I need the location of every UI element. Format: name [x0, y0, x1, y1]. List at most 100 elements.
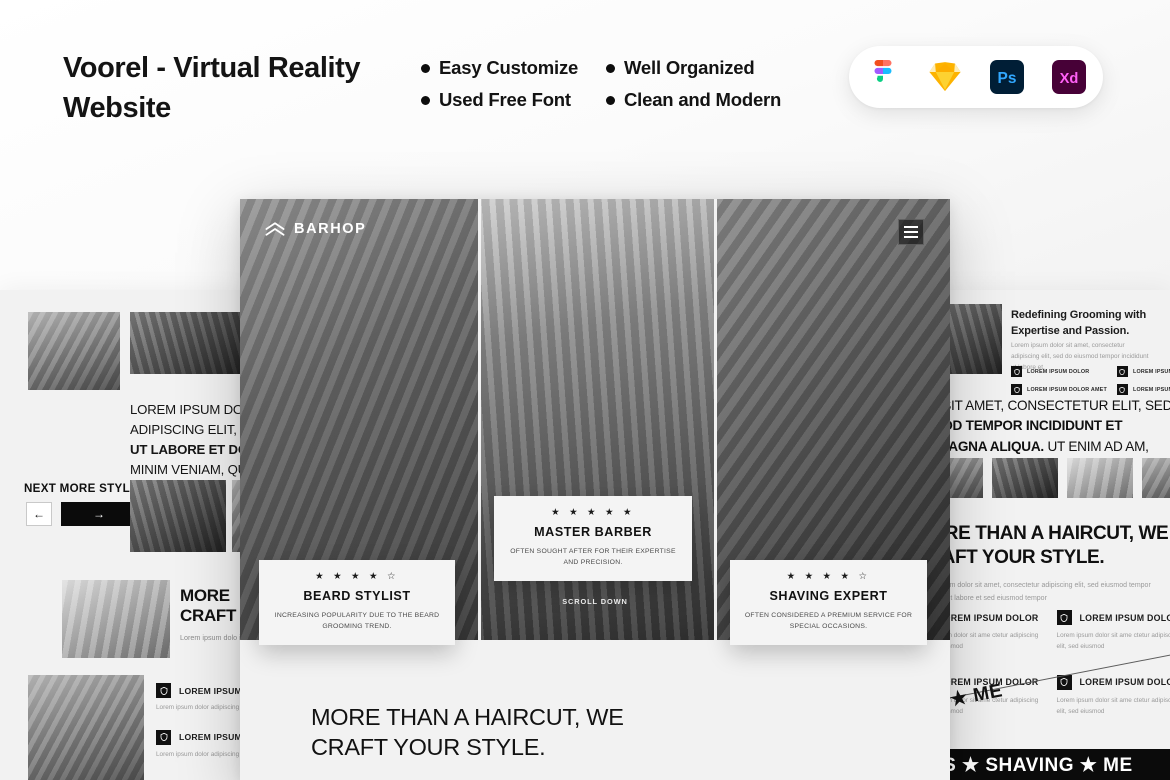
- checklist-label: LOREM IPSUM DOLOR: [1132, 386, 1170, 393]
- feature-item: Used Free Font: [421, 84, 578, 116]
- svg-text:Ps: Ps: [998, 70, 1017, 87]
- mockup-headline: MORE THAN A HAIRCUT, WE CRAFT YOUR STYLE…: [311, 702, 711, 762]
- headline-line: MORE THAN A HAIRCUT, WE: [311, 704, 624, 730]
- list-item: LOREM IPSUM Lorem ipsum dolor adipiscing…: [156, 683, 248, 714]
- preview-heading: MORE CRAFT: [180, 586, 248, 626]
- shield-icon: [1056, 610, 1072, 625]
- background-page-right: Redefining Grooming with Expertise and P…: [925, 290, 1170, 780]
- heading-line: MORE THAN A HAIRCUT, WE: [925, 523, 1169, 544]
- preview-subtext: Lorem ipsum dolo incididunt ut labo: [180, 633, 248, 642]
- pane-divider: [714, 199, 717, 640]
- preview-image: [992, 458, 1058, 498]
- website-mockup: BARHOP ★ ★ ★ ★ ☆ BEARD STYLIST INCREASIN…: [240, 199, 950, 780]
- preview-heading-secondary: MORE THAN A HAIRCUT, WE CRAFT YOUR STYLE…: [925, 522, 1170, 571]
- bullet-icon: [606, 95, 615, 105]
- next-button[interactable]: →: [61, 502, 137, 526]
- bullet-icon: [421, 63, 430, 73]
- body-line: ADIPISCING ELIT, SED: [130, 422, 248, 438]
- figma-icon: [874, 60, 892, 82]
- shield-icon: [156, 729, 171, 745]
- role-title: MASTER BARBER: [534, 524, 652, 539]
- preview-paragraph-secondary: Lorem ipsum dolor sit amet, consectetur …: [925, 582, 1151, 602]
- brand-logo[interactable]: BARHOP: [265, 221, 366, 237]
- role-description: OFTEN SOUGHT AFTER FOR THEIR EXPERTISE A…: [510, 547, 676, 566]
- feature-item: Well Organized: [606, 52, 781, 84]
- preview-feature-list: LOREM IPSUM Lorem ipsum dolor adipiscing…: [156, 683, 248, 776]
- xd-icon: Xd: [1052, 60, 1086, 94]
- hero-bottom-band: MORE THAN A HAIRCUT, WE CRAFT YOUR STYLE…: [240, 640, 950, 780]
- background-page-left: LOREM IPSUM DOLOR ADIPISCING ELIT, SED U…: [0, 290, 248, 780]
- feature-column-2: Well Organized Clean and Modern: [606, 52, 781, 116]
- shield-icon: [1011, 366, 1022, 377]
- preview-image: [130, 312, 248, 374]
- burger-line: [904, 236, 918, 238]
- list-item: LOREM IPSUM DOLOR: [1011, 366, 1107, 377]
- svg-text:Xd: Xd: [1060, 71, 1079, 87]
- promo-header: Voorel - Virtual Reality Website Easy Cu…: [0, 0, 1170, 150]
- feature-label: LOREM IPSUM DOLOR: [1079, 612, 1170, 623]
- rating-stars: ★ ★ ★ ★ ★: [551, 507, 635, 518]
- body-line: MINIM VENIAM, QUIS: [130, 462, 248, 478]
- preview-image: [130, 480, 226, 552]
- preview-image: [1142, 458, 1170, 498]
- checklist-label: LOREM IPSUM DOLOR: [1027, 368, 1090, 375]
- list-item: LOREM IPSUM: [1116, 366, 1170, 377]
- prev-button[interactable]: ←: [26, 502, 52, 526]
- preview-image: [942, 304, 1002, 374]
- feature-label: LOREM IPSUM DOLOR: [938, 612, 1039, 623]
- brand-name: BARHOP: [294, 221, 367, 237]
- list-item: LOREM IPSUM DOLOR: [1116, 384, 1170, 395]
- shield-icon: [1011, 384, 1022, 395]
- compatible-apps-badge: Ps Xd: [849, 46, 1103, 108]
- feature-label: LOREM IPSUM: [179, 732, 242, 743]
- body-line-bold: UT LABORE ET DOLO: [130, 442, 248, 458]
- bullet-icon: [421, 95, 430, 105]
- rating-stars: ★ ★ ★ ★ ☆: [315, 571, 399, 582]
- feature-sub: Lorem ipsum dolor adipiscing elit, sed: [156, 750, 248, 758]
- photoshop-icon: Ps: [990, 60, 1024, 94]
- shield-icon: [1116, 366, 1128, 377]
- sketch-icon: [929, 62, 961, 92]
- feature-label: Clean and Modern: [624, 89, 782, 110]
- preview-heading: Redefining Grooming with Expertise and P…: [1011, 309, 1147, 337]
- preview-body-text: LOREM IPSUM DOLOR ADIPISCING ELIT, SED U…: [130, 400, 248, 480]
- checklist-label: LOREM IPSUM DOLOR AMET: [1027, 386, 1107, 393]
- burger-line: [904, 226, 918, 228]
- feature-item: Clean and Modern: [606, 84, 781, 116]
- hamburger-icon[interactable]: [898, 219, 924, 245]
- feature-sub: Lorem ipsum dolor adipiscing elit, sed: [156, 704, 248, 711]
- shield-icon: [156, 683, 171, 698]
- rating-stars: ★ ★ ★ ★ ☆: [786, 571, 871, 582]
- preview-checklist: LOREM IPSUM DOLOR LOREM IPSUM LOREM IPSU…: [1011, 366, 1170, 395]
- chevron-logo-icon: [265, 222, 285, 236]
- shield-icon: [1116, 384, 1128, 395]
- preview-image-strip: [925, 458, 1170, 498]
- list-item: LOREM IPSUM DOLOR AMET: [1011, 384, 1107, 395]
- preview-image: [62, 580, 170, 658]
- feature-column-1: Easy Customize Used Free Font: [421, 52, 578, 116]
- scroll-down-label: SCROLL DOWN: [562, 597, 628, 606]
- preview-image: [28, 312, 120, 390]
- feature-sub: Lorem ipsum dolor sit ame ctetur adipisc…: [1056, 696, 1170, 715]
- headline-line: CRAFT YOUR STYLE.: [311, 734, 546, 761]
- role-description: OFTEN CONSIDERED A PREMIUM SERVICE FOR S…: [744, 611, 913, 630]
- preview-image: [1067, 458, 1133, 498]
- role-description: INCREASING POPULARITY DUE TO THE BEARD G…: [274, 611, 440, 630]
- feature-item: Easy Customize: [421, 52, 578, 84]
- checklist-label: LOREM IPSUM: [1132, 368, 1170, 375]
- bullet-icon: [606, 63, 615, 73]
- preview-image: [28, 675, 144, 780]
- feature-label: LOREM IPSUM: [179, 685, 242, 696]
- next-style-label: NEXT MORE STYLE: [24, 482, 139, 495]
- heading-line: CRAFT: [180, 606, 237, 626]
- marquee-band: TS ★ SHAVING ★ ME: [925, 749, 1170, 780]
- feature-label: Well Organized: [624, 57, 755, 78]
- feature-label: Used Free Font: [439, 89, 571, 110]
- carousel-controls: ← →: [26, 502, 137, 526]
- heading-line: CRAFT YOUR STYLE.: [925, 547, 1105, 569]
- feature-label: Easy Customize: [439, 57, 579, 78]
- role-card-master-barber[interactable]: ★ ★ ★ ★ ★ MASTER BARBER OFTEN SOUGHT AFT…: [494, 496, 692, 581]
- page-title: Voorel - Virtual Reality Website: [63, 52, 361, 125]
- body-line: LOREM IPSUM DOLOR: [130, 402, 248, 417]
- list-item: LOREM IPSUM Lorem ipsum dolor adipiscing…: [156, 729, 248, 761]
